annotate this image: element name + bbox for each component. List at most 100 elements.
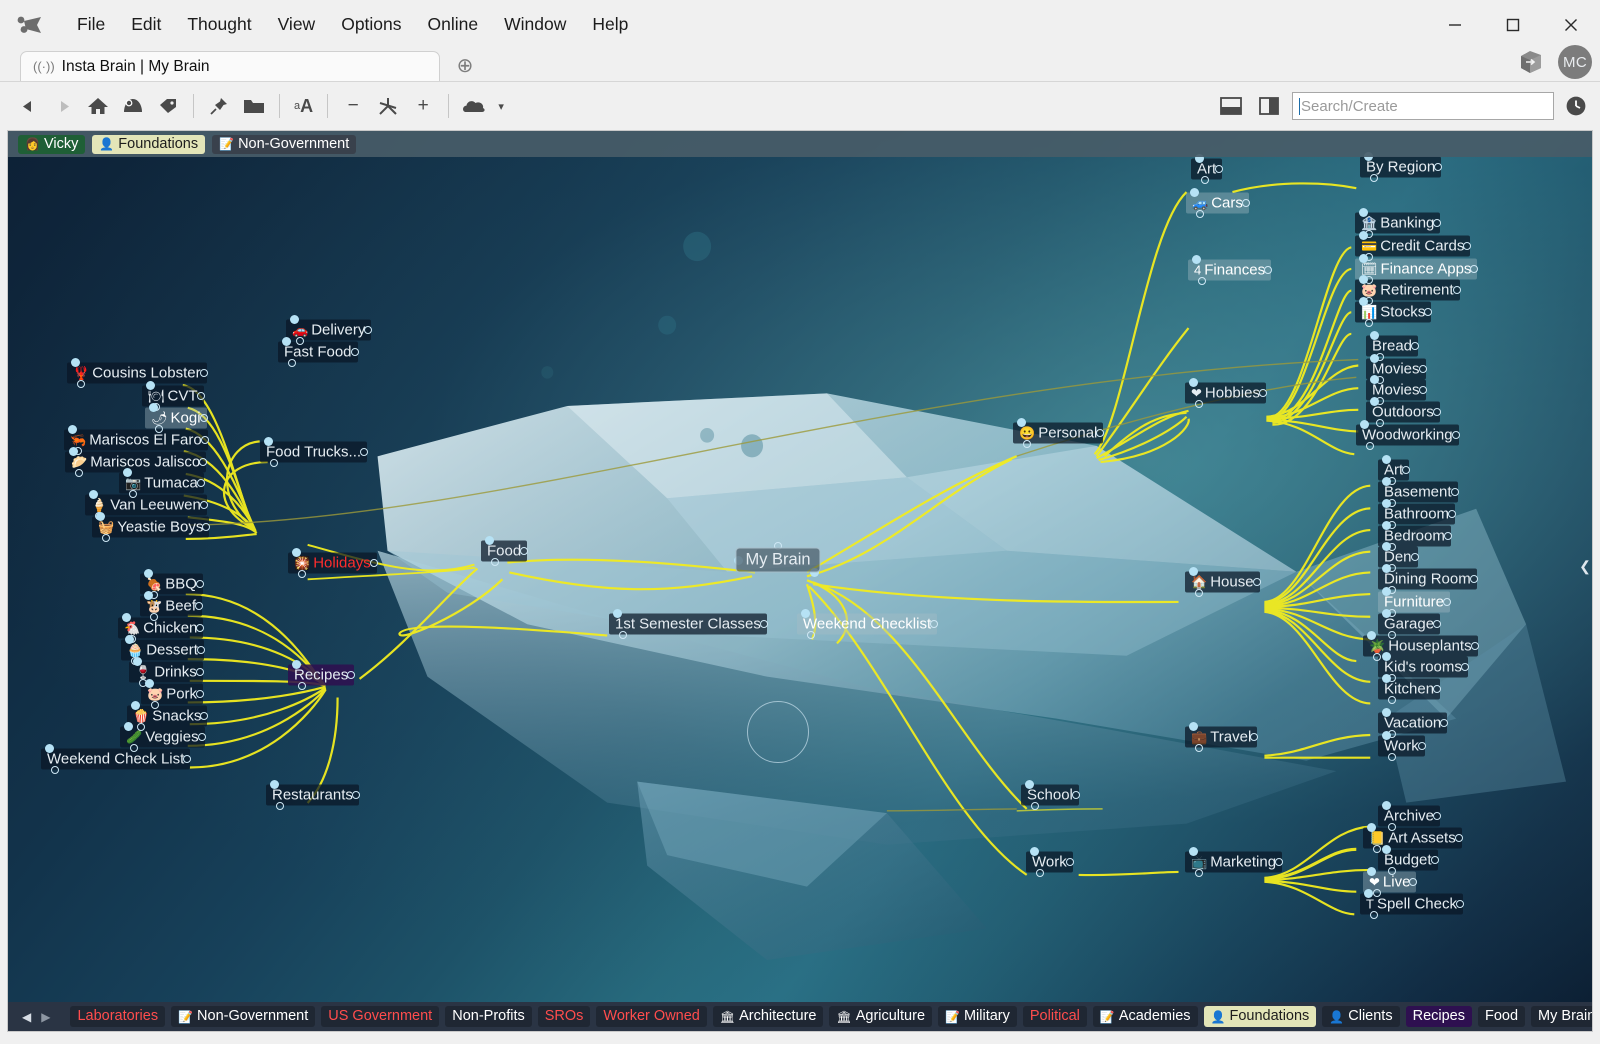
thought-gate-hollow[interactable] (1373, 653, 1381, 661)
thought-gate-filled[interactable] (1381, 707, 1391, 717)
thought-gate-filled[interactable] (1359, 419, 1369, 429)
thought-gate-hollow[interactable] (183, 755, 191, 763)
thought-gate-filled[interactable] (1358, 274, 1368, 284)
thought-gate-filled[interactable] (1024, 779, 1034, 789)
search-input[interactable]: Search/Create (1292, 92, 1554, 120)
thought-gate-hollow[interactable] (352, 791, 360, 799)
thought-gate-filled[interactable] (121, 612, 131, 622)
thought-gate-hollow[interactable] (1072, 791, 1080, 799)
avatar[interactable]: MC (1558, 45, 1592, 79)
thought-gate-hollow[interactable] (1431, 856, 1439, 864)
thought-node-mariscos-jalisco[interactable]: 🥟 Mariscos Jalisco (65, 451, 207, 473)
thought-gate-filled[interactable] (143, 590, 153, 600)
thought-gate-hollow[interactable] (1456, 900, 1464, 908)
thought-node-finance-apps[interactable]: 🗓 Finance Apps (1355, 258, 1478, 280)
thought-gate-hollow[interactable] (364, 326, 372, 334)
pin-sros[interactable]: SROs (537, 1006, 591, 1027)
thought-node-my-brain[interactable]: My Brain (735, 547, 821, 573)
thought-gate-hollow[interactable] (1201, 176, 1209, 184)
thought-gate-hollow[interactable] (201, 436, 209, 444)
brain-switch-icon[interactable] (117, 90, 149, 122)
thought-gate-filled[interactable] (1366, 630, 1376, 640)
thought-gate-hollow[interactable] (1376, 419, 1384, 427)
thought-node-1st-semester-classes[interactable]: 1st Semester Classes (609, 613, 767, 635)
thought-gate-hollow[interactable] (196, 668, 204, 676)
thought-gate-hollow[interactable] (130, 744, 138, 752)
thought-gate-filled[interactable] (289, 314, 299, 324)
thought-gate-hollow[interactable] (155, 425, 163, 433)
back-button[interactable] (12, 90, 44, 122)
thought-gate-hollow[interactable] (1443, 598, 1451, 606)
thought-gate-hollow[interactable] (1448, 510, 1456, 518)
thought-gate-hollow[interactable] (1366, 442, 1374, 450)
thought-gate-hollow[interactable] (1444, 532, 1452, 540)
thought-gate-hollow[interactable] (520, 547, 528, 555)
menu-options[interactable]: Options (328, 11, 414, 39)
thought-gate-filled[interactable] (1029, 846, 1039, 856)
thought-gate-hollow[interactable] (102, 534, 110, 542)
thought-gate-filled[interactable] (1381, 673, 1391, 683)
thought-gate-filled[interactable] (67, 424, 77, 434)
thought-gate-hollow[interactable] (1418, 742, 1426, 750)
thought-gate-filled[interactable] (281, 336, 291, 346)
thought-gate-filled[interactable] (44, 743, 54, 753)
thought-gate-hollow[interactable] (1388, 867, 1396, 875)
spread-icon[interactable] (372, 90, 404, 122)
pin-architecture[interactable]: 🏛 Architecture (712, 1006, 824, 1027)
thought-gate-hollow[interactable] (197, 646, 205, 654)
pin-food[interactable]: Food (1477, 1006, 1526, 1027)
thought-gate-hollow[interactable] (1023, 440, 1031, 448)
thought-gate-hollow[interactable] (137, 723, 145, 731)
thought-gate-hollow[interactable] (51, 766, 59, 774)
thought-gate-hollow[interactable] (1373, 845, 1381, 853)
thought-gate-filled[interactable] (1369, 396, 1379, 406)
thought-gate-filled[interactable] (291, 659, 301, 669)
thought-gate-hollow[interactable] (347, 671, 355, 679)
thought-gate-hollow[interactable] (1250, 733, 1258, 741)
thought-gate-hollow[interactable] (1409, 878, 1417, 886)
zoom-in-button[interactable]: + (407, 90, 439, 122)
thought-gate-filled[interactable] (68, 446, 78, 456)
thought-gate-hollow[interactable] (1419, 365, 1427, 373)
thought-gate-hollow[interactable] (129, 490, 137, 498)
thought-gate-filled[interactable] (95, 511, 105, 521)
thought-gate-hollow[interactable] (1198, 277, 1206, 285)
menu-online[interactable]: Online (415, 11, 492, 39)
menu-file[interactable]: File (64, 11, 118, 39)
thought-node-credit-cards[interactable]: 💳 Credit Cards (1355, 235, 1471, 257)
thought-gate-hollow[interactable] (360, 448, 368, 456)
thought-gate-hollow[interactable] (288, 359, 296, 367)
pin-recipes[interactable]: Recipes (1405, 1006, 1472, 1027)
thought-gate-filled[interactable] (1381, 541, 1391, 551)
thought-gate-hollow[interactable] (1388, 631, 1396, 639)
thought-gate-hollow[interactable] (1388, 753, 1396, 761)
thought-gate-hollow[interactable] (1470, 575, 1478, 583)
pinbar-prev-button[interactable]: ◀ (22, 1010, 31, 1024)
breadcrumb-item-non-government[interactable]: 📝 Non-Government (212, 134, 357, 154)
thought-gate-filled[interactable] (122, 467, 132, 477)
thought-gate-hollow[interactable] (298, 682, 306, 690)
folder-icon[interactable] (238, 90, 270, 122)
pin-agriculture[interactable]: 🏛 Agriculture (829, 1006, 933, 1027)
thought-gate-hollow[interactable] (1388, 823, 1396, 831)
thought-gate-hollow[interactable] (491, 558, 499, 566)
thought-gate-hollow[interactable] (807, 631, 815, 639)
forward-button[interactable] (47, 90, 79, 122)
thought-node-mariscos-el-faro[interactable]: 🦐 Mariscos El Faro (64, 429, 208, 451)
menu-help[interactable]: Help (579, 11, 641, 39)
breadcrumb-item-vicky[interactable]: 👩 Vicky (18, 134, 86, 154)
thought-gate-hollow[interactable] (1275, 858, 1283, 866)
thought-gate-filled[interactable] (1358, 253, 1368, 263)
pin-political[interactable]: Political (1022, 1006, 1087, 1027)
thought-gate-hollow[interactable] (198, 733, 206, 741)
menu-thought[interactable]: Thought (174, 11, 264, 39)
thought-gate-hollow[interactable] (1096, 429, 1104, 437)
thought-gate-hollow[interactable] (1424, 308, 1432, 316)
thought-gate-hollow[interactable] (1195, 400, 1203, 408)
thought-gate-filled[interactable] (145, 380, 155, 390)
thought-gate-hollow[interactable] (1419, 386, 1427, 394)
menu-edit[interactable]: Edit (118, 11, 174, 39)
thought-gate-filled[interactable] (1366, 866, 1376, 876)
pinbar-next-button[interactable]: ▶ (41, 1010, 50, 1024)
thought-gate-filled[interactable] (1381, 844, 1391, 854)
